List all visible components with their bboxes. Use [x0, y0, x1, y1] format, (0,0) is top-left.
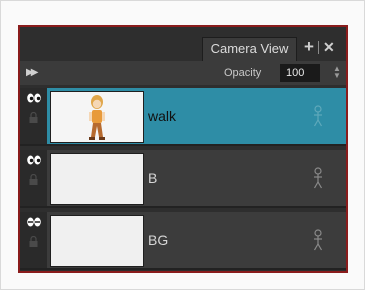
layer-controls — [20, 88, 47, 144]
puppet-icon[interactable] — [313, 167, 323, 189]
opacity-label: Opacity — [224, 67, 262, 79]
close-tab-button[interactable]: ✕ — [323, 38, 335, 56]
layer-name: walk — [148, 108, 177, 124]
puppet-icon[interactable] — [313, 229, 323, 251]
opacity-input[interactable] — [280, 64, 320, 82]
stepper-icon[interactable]: ▲ ▼ — [333, 65, 341, 80]
layer-name: B — [148, 170, 158, 186]
opacity-toolbar: ▶▶ Opacity ▲▼ — [20, 61, 346, 85]
layer-controls — [20, 212, 47, 268]
layers-panel: Camera View + ✕ ▶▶ Opacity ▲▼ — [18, 25, 348, 273]
tab-divider — [318, 41, 319, 54]
layer-thumbnail — [50, 91, 144, 143]
layer-thumbnail — [50, 215, 144, 267]
puppet-icon[interactable] — [313, 105, 323, 127]
layer-row-b[interactable]: B — [20, 150, 346, 208]
tab-bar: Camera View + ✕ — [20, 27, 346, 61]
layer-thumbnail — [50, 153, 144, 205]
eye-icon[interactable] — [27, 93, 41, 103]
layer-row-bg[interactable]: BG — [20, 212, 346, 270]
tab-camera-view[interactable]: Camera View — [202, 37, 297, 61]
fast-forward-icon[interactable]: ▶▶ — [26, 67, 39, 78]
lock-icon[interactable] — [29, 236, 38, 247]
layer-controls — [20, 150, 47, 206]
eye-icon[interactable] — [27, 155, 41, 165]
layer-row-walk[interactable]: walk — [20, 88, 346, 146]
eye-icon[interactable] — [27, 217, 41, 227]
layer-name: BG — [148, 232, 169, 248]
character-drawing — [89, 95, 105, 140]
lock-icon[interactable] — [29, 174, 38, 185]
add-tab-button[interactable]: + — [304, 38, 314, 56]
lock-icon[interactable] — [29, 112, 38, 123]
